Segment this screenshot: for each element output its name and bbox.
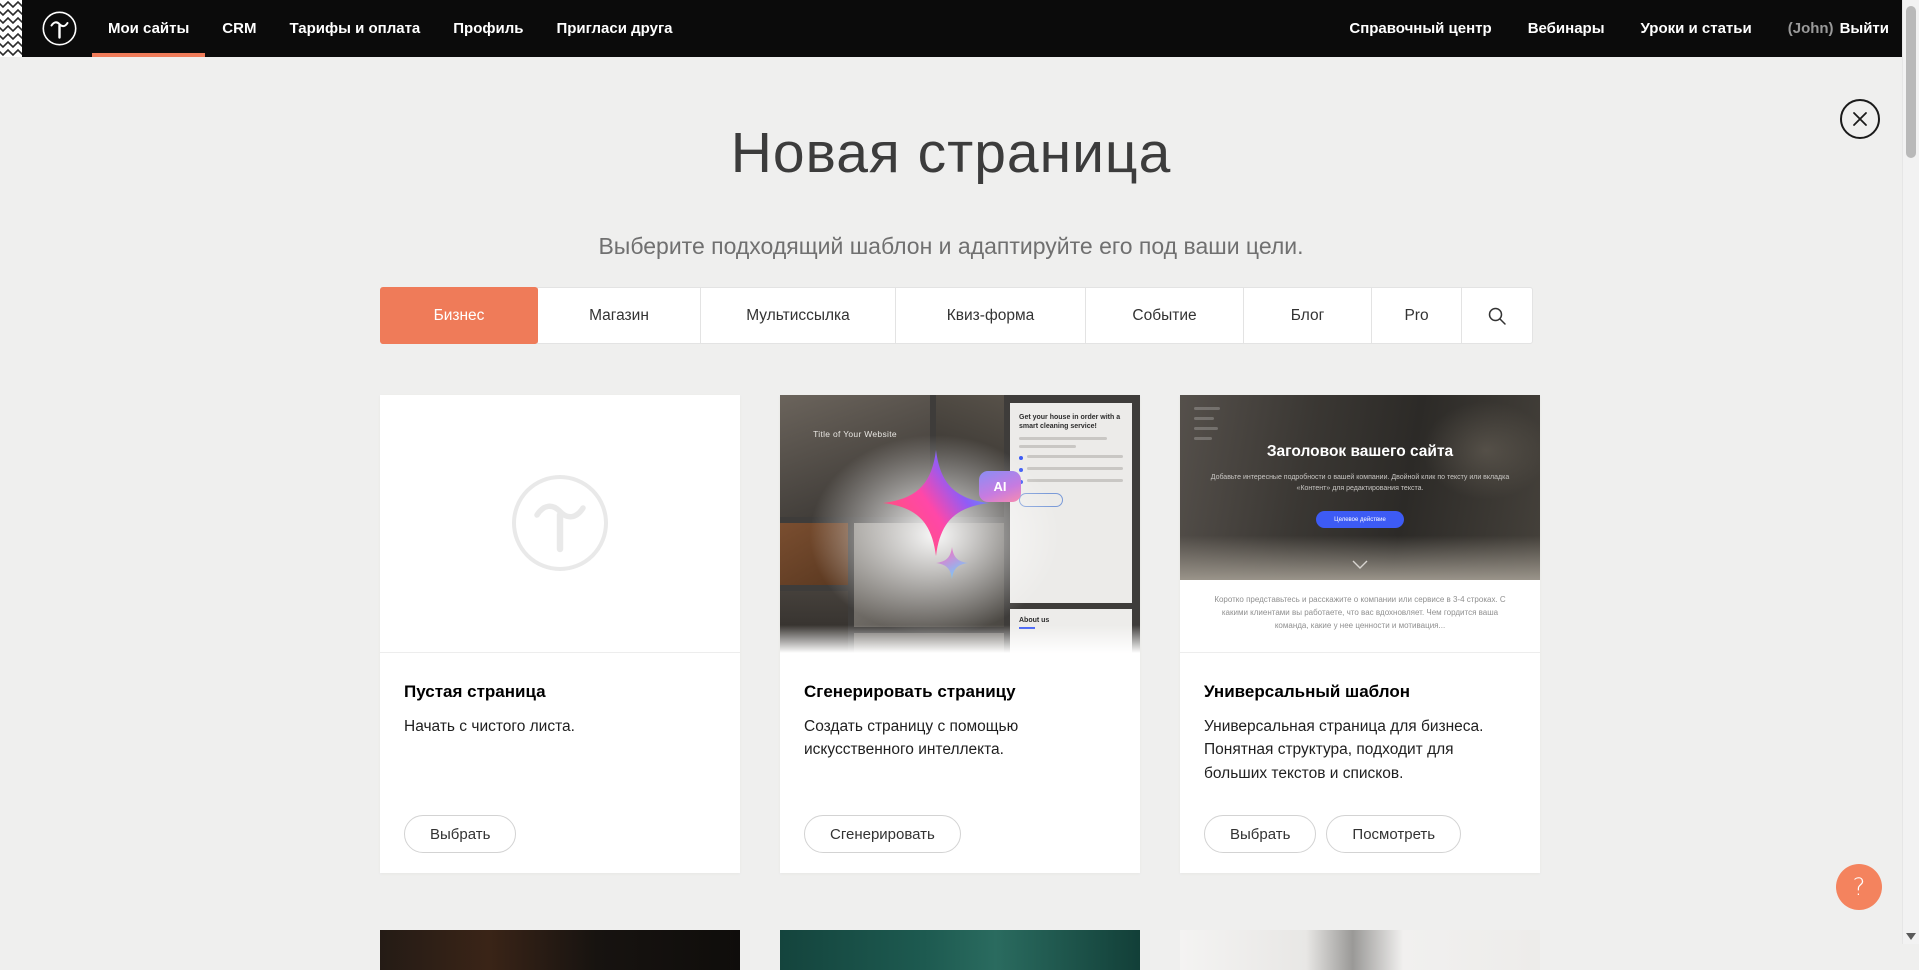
nav-left-menu: Мои сайты CRM Тарифы и оплата Профиль Пр… (108, 0, 673, 57)
tab-multilink[interactable]: Мультиссылка (700, 287, 896, 344)
nav-item-profile[interactable]: Профиль (453, 0, 523, 57)
tab-blog[interactable]: Блог (1243, 287, 1372, 344)
nav-item-tariffs[interactable]: Тарифы и оплата (289, 0, 420, 57)
universal-template-preview: Заголовок вашего сайта Добавьте интересн… (1180, 395, 1540, 653)
nav-item-help-center[interactable]: Справочный центр (1349, 0, 1491, 57)
scrollbar-thumb[interactable] (1906, 6, 1916, 158)
next-card-preview-2[interactable] (780, 930, 1140, 970)
chevron-down-icon (1352, 556, 1368, 574)
card-body: Сгенерировать страницу Создать страницу … (780, 653, 1140, 873)
nav-item-my-sites[interactable]: Мои сайты (108, 0, 189, 57)
card-ai-generate[interactable]: Title of Your Website Get your house in … (780, 395, 1140, 873)
nav-item-crm[interactable]: CRM (222, 0, 256, 57)
card-blank-page[interactable]: Пустая страница Начать с чистого листа. … (380, 395, 740, 873)
nav-user-logout[interactable]: (John) Выйти (1788, 0, 1889, 57)
top-navbar: Мои сайты CRM Тарифы и оплата Профиль Пр… (0, 0, 1919, 57)
zigzag-pattern (0, 0, 22, 57)
card-description: Создать страницу с помощью искусственног… (804, 715, 1104, 762)
tab-quiz-form[interactable]: Квиз-форма (895, 287, 1086, 344)
nav-item-webinars[interactable]: Вебинары (1528, 0, 1605, 57)
tab-shop[interactable]: Магазин (537, 287, 701, 344)
card-universal-template[interactable]: Заголовок вашего сайта Добавьте интересн… (1180, 395, 1540, 873)
next-cards-row (380, 930, 1540, 970)
fade-overlay (780, 625, 1140, 653)
help-button[interactable]: ? (1836, 864, 1882, 910)
template-hero-title: Заголовок вашего сайта (1180, 443, 1540, 461)
user-name: (John) (1788, 20, 1834, 37)
tab-event[interactable]: Событие (1085, 287, 1244, 344)
scrollbar[interactable] (1902, 0, 1919, 944)
card-title: Сгенерировать страницу (804, 682, 1116, 702)
template-hero: Заголовок вашего сайта Добавьте интересн… (1180, 395, 1540, 580)
thumb-panel-heading: Get your house in order with a smart cle… (1019, 413, 1123, 432)
card-body: Пустая страница Начать с чистого листа. … (380, 653, 740, 873)
blank-page-preview (380, 395, 740, 653)
ai-generate-preview: Title of Your Website Get your house in … (780, 395, 1140, 653)
ai-sparkle-icon (883, 450, 989, 556)
tab-search[interactable] (1461, 287, 1533, 344)
thumb-about-heading: About us (1019, 617, 1123, 624)
nav-item-lessons[interactable]: Уроки и статьи (1641, 0, 1752, 57)
template-body-text: Коротко представьтесь и расскажите о ком… (1180, 580, 1540, 632)
tilda-watermark-icon (510, 473, 610, 573)
card-description: Начать с чистого листа. (404, 715, 704, 738)
page-title: Новая страница (0, 125, 1902, 182)
generate-button[interactable]: Сгенерировать (804, 815, 961, 853)
preview-button[interactable]: Посмотреть (1326, 815, 1461, 853)
select-button[interactable]: Выбрать (1204, 815, 1316, 853)
ai-sparkle-small-icon (936, 547, 968, 579)
card-body: Универсальный шаблон Универсальная стран… (1180, 653, 1540, 873)
card-description: Универсальная страница для бизнеса. Поня… (1204, 715, 1504, 785)
next-card-preview-1[interactable] (380, 930, 740, 970)
next-card-preview-3[interactable] (1180, 930, 1540, 970)
template-category-tabs: Бизнес Магазин Мультиссылка Квиз-форма С… (380, 287, 1540, 344)
nav-right-menu: Справочный центр Вебинары Уроки и статьи… (1349, 0, 1889, 57)
search-icon (1487, 306, 1507, 326)
template-cards-row: Пустая страница Начать с чистого листа. … (380, 395, 1540, 873)
select-button[interactable]: Выбрать (404, 815, 516, 853)
scrollbar-down-arrow[interactable] (1906, 933, 1916, 940)
ai-badge: AI (979, 471, 1021, 502)
question-icon: ? (1853, 873, 1866, 901)
card-title: Универсальный шаблон (1204, 682, 1516, 702)
card-title: Пустая страница (404, 682, 716, 702)
logout-link[interactable]: Выйти (1840, 20, 1889, 37)
tab-business[interactable]: Бизнес (380, 287, 538, 344)
tab-pro[interactable]: Pro (1371, 287, 1462, 344)
template-cta-button: Целевое действие (1316, 511, 1404, 528)
page-subtitle: Выберите подходящий шаблон и адаптируйте… (0, 233, 1902, 260)
nav-item-invite-friend[interactable]: Пригласи друга (556, 0, 672, 57)
template-hero-subtitle: Добавьте интересные подробности о вашей … (1202, 473, 1519, 494)
tilda-logo-icon[interactable] (42, 11, 77, 46)
